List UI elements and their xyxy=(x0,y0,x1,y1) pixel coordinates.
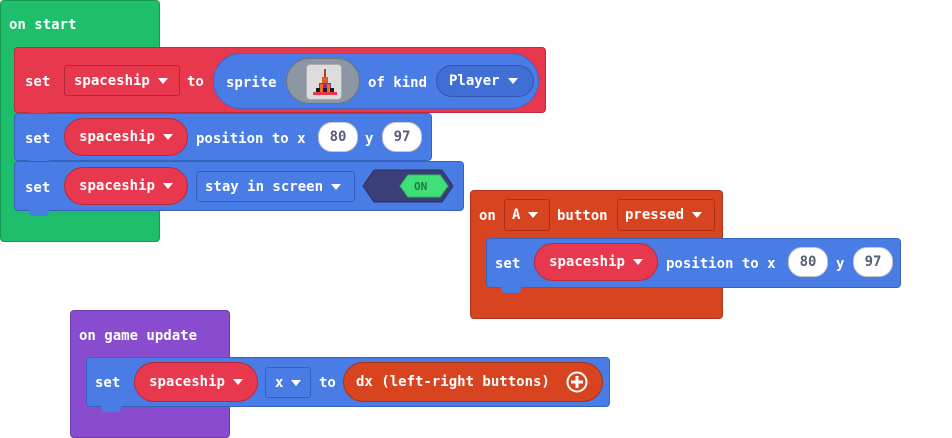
chevron-down-icon xyxy=(692,212,703,218)
kind-dropdown[interactable]: Player xyxy=(436,65,534,97)
y-input[interactable]: 97 xyxy=(853,247,893,277)
variable-name: spaceship xyxy=(79,129,155,145)
variable-dropdown[interactable]: spaceship xyxy=(64,65,180,96)
dx-reporter[interactable]: dx (left-right buttons) xyxy=(343,362,603,402)
event-dropdown[interactable]: pressed xyxy=(617,199,715,231)
position-to-x-label: position to x xyxy=(196,131,306,147)
button-dropdown[interactable]: A xyxy=(504,199,550,231)
chevron-down-icon xyxy=(162,183,173,189)
chevron-down-icon xyxy=(162,134,173,140)
kind-value: Player xyxy=(449,73,500,89)
sprite-of-kind-reporter[interactable]: sprite of kind Player xyxy=(213,53,539,109)
x-input[interactable]: 80 xyxy=(788,247,828,277)
dx-label: dx (left-right buttons) xyxy=(356,374,550,390)
set-position-block[interactable]: set spaceship position to x 80 y 97 xyxy=(14,113,432,166)
chevron-down-icon xyxy=(291,379,302,386)
sprite-image-field[interactable] xyxy=(286,58,360,104)
chevron-down-icon xyxy=(331,183,342,190)
event-name: pressed xyxy=(625,207,685,223)
chevron-down-icon xyxy=(232,379,243,385)
chevron-down-icon xyxy=(528,212,539,218)
variable-name: spaceship xyxy=(79,178,155,194)
on-start-label: on start xyxy=(9,17,77,33)
on-label: on xyxy=(479,208,496,224)
plus-circle-icon[interactable] xyxy=(566,371,588,393)
of-kind-label: of kind xyxy=(368,75,428,91)
chevron-down-icon xyxy=(157,77,168,84)
spaceship-sprite-icon xyxy=(306,64,342,100)
variable-name: spaceship xyxy=(74,72,150,89)
set-label: set xyxy=(25,131,51,147)
set-label: set xyxy=(495,256,521,272)
variable-dropdown[interactable]: spaceship xyxy=(134,362,258,402)
y-label: y xyxy=(836,256,845,272)
block-notch xyxy=(29,210,49,216)
set-position-block[interactable]: set spaceship position to x 80 y 97 xyxy=(486,238,901,293)
set-label: set xyxy=(25,180,51,196)
y-label: y xyxy=(365,131,374,147)
x-input[interactable]: 80 xyxy=(318,122,358,152)
property-name: x xyxy=(275,374,284,391)
variable-dropdown[interactable]: spaceship xyxy=(64,118,188,156)
set-label: set xyxy=(95,375,121,391)
chevron-down-icon xyxy=(632,259,643,265)
to-label: to xyxy=(319,375,336,391)
variable-name: spaceship xyxy=(149,374,225,390)
button-name: A xyxy=(512,207,521,223)
block-notch xyxy=(501,287,521,293)
set-x-block[interactable]: set spaceship x to dx (left-right button… xyxy=(86,357,610,412)
position-to-x-label: position to x xyxy=(666,256,776,272)
chevron-down-icon xyxy=(507,78,518,84)
property-dropdown[interactable]: x xyxy=(265,367,311,398)
to-label: to xyxy=(187,74,204,90)
toggle-switch[interactable]: ON xyxy=(362,169,454,203)
variable-dropdown[interactable]: spaceship xyxy=(64,167,188,205)
flag-dropdown[interactable]: stay in screen xyxy=(196,171,355,202)
set-stay-in-screen-block[interactable]: set spaceship stay in screen ON xyxy=(14,161,464,216)
set-sprite-block[interactable]: set spaceship to sprite of kind Player xyxy=(14,47,546,118)
sprite-label: sprite xyxy=(226,75,277,91)
block-notch xyxy=(101,406,121,412)
toggle-value: ON xyxy=(414,180,428,193)
flag-name: stay in screen xyxy=(205,178,324,195)
variable-dropdown[interactable]: spaceship xyxy=(534,243,658,281)
y-input[interactable]: 97 xyxy=(382,122,422,152)
variable-name: spaceship xyxy=(549,254,625,270)
set-label: set xyxy=(25,74,51,90)
button-label: button xyxy=(557,208,608,224)
on-game-update-label: on game update xyxy=(79,328,198,344)
